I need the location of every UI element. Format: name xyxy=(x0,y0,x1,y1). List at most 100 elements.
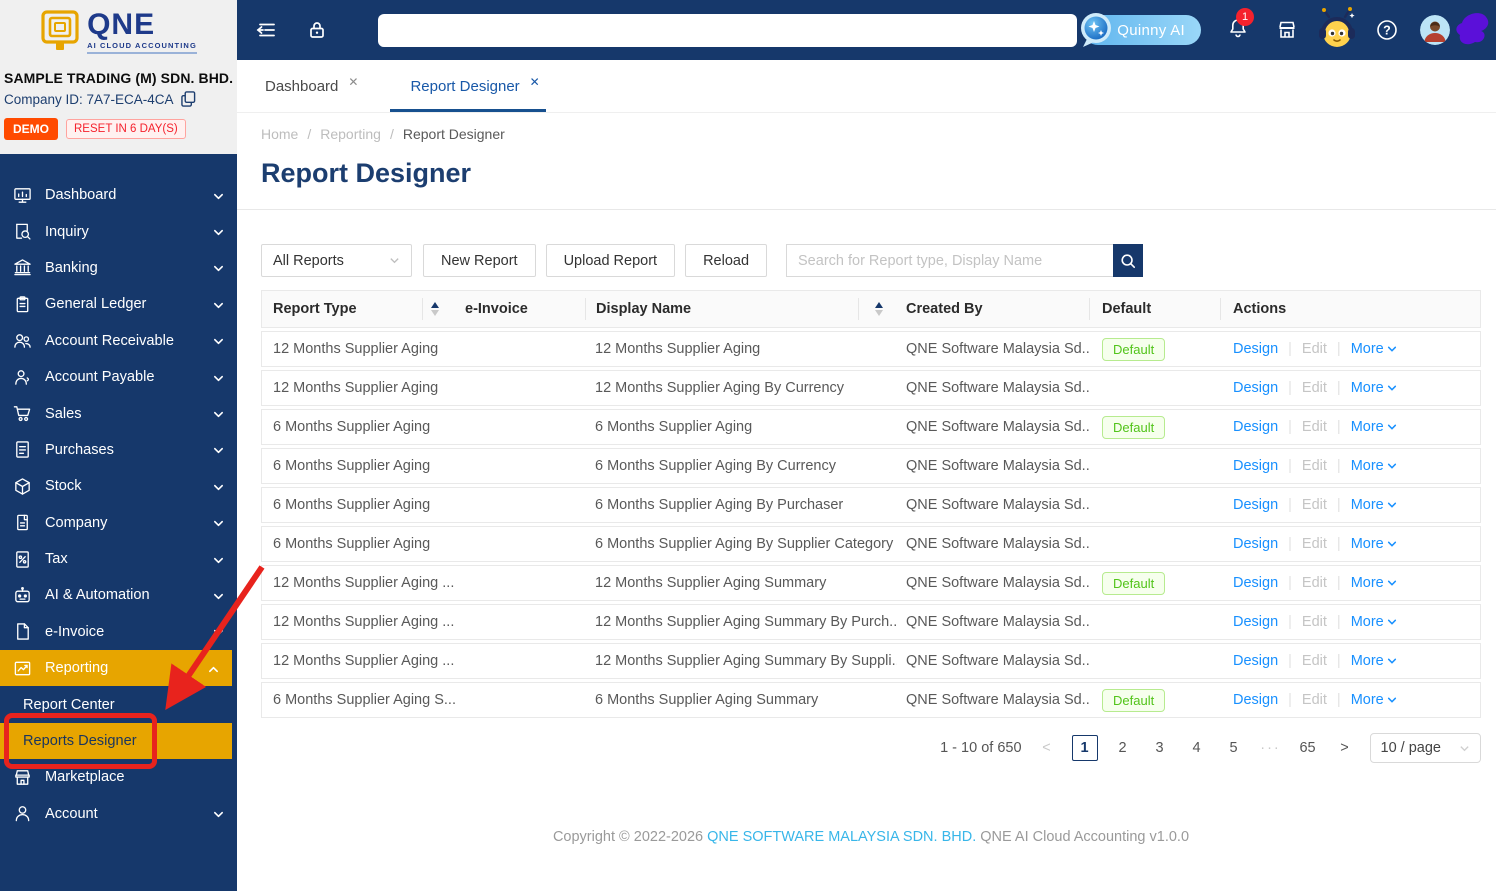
sidebar-item-tax[interactable]: Tax xyxy=(0,541,237,577)
sort-control-display-name[interactable] xyxy=(859,302,899,316)
edit-action[interactable]: Edit xyxy=(1302,380,1327,396)
sort-control-report-type[interactable] xyxy=(423,302,447,316)
pagination-page-1[interactable]: 1 xyxy=(1072,735,1098,761)
design-action[interactable]: Design xyxy=(1233,458,1278,474)
pagination-page-5[interactable]: 5 xyxy=(1222,735,1246,761)
quinny-ai-button[interactable]: Quinny AI xyxy=(1083,15,1201,45)
sidebar-item-account-payable[interactable]: Account Payable xyxy=(0,359,237,395)
sidebar-item-banking[interactable]: Banking xyxy=(0,250,237,286)
edit-action[interactable]: Edit xyxy=(1302,341,1327,357)
design-action[interactable]: Design xyxy=(1233,497,1278,513)
design-action[interactable]: Design xyxy=(1233,575,1278,591)
sidebar-item-inquiry[interactable]: Inquiry xyxy=(0,213,237,249)
sidebar-item-stock[interactable]: Stock xyxy=(0,468,237,504)
sidebar-item-company[interactable]: Company xyxy=(0,505,237,541)
page-size-select[interactable]: 10 / page xyxy=(1370,733,1481,763)
chevron-down-icon xyxy=(1387,656,1397,666)
edit-action[interactable]: Edit xyxy=(1302,614,1327,630)
report-search-button[interactable] xyxy=(1113,244,1143,277)
user-avatar[interactable] xyxy=(1420,15,1450,45)
new-report-button[interactable]: New Report xyxy=(423,244,536,277)
sidebar-item-dashboard[interactable]: Dashboard xyxy=(0,177,237,213)
design-action[interactable]: Design xyxy=(1233,341,1278,357)
design-action[interactable]: Design xyxy=(1233,692,1278,708)
chevron-down-icon xyxy=(213,590,224,601)
reload-button[interactable]: Reload xyxy=(685,244,767,277)
sidebar-item-marketplace[interactable]: Marketplace xyxy=(0,759,237,795)
pagination-page-2[interactable]: 2 xyxy=(1111,735,1135,761)
close-icon[interactable]: ✕ xyxy=(530,75,540,89)
marketplace-topbar-icon[interactable] xyxy=(1276,19,1298,41)
sidebar-item-sales[interactable]: Sales xyxy=(0,395,237,431)
pagination-page-65[interactable]: 65 xyxy=(1296,735,1320,761)
column-header-display-name[interactable]: Display Name xyxy=(586,301,858,317)
sidebar-item-reports-designer[interactable]: Reports Designer xyxy=(0,723,232,759)
pagination-next-button[interactable]: > xyxy=(1333,735,1357,761)
pagination-prev-button[interactable]: < xyxy=(1035,735,1059,761)
design-action[interactable]: Design xyxy=(1233,653,1278,669)
lock-icon[interactable] xyxy=(306,19,328,41)
edit-action[interactable]: Edit xyxy=(1302,458,1327,474)
more-action[interactable]: More xyxy=(1351,497,1397,513)
column-header-created-by[interactable]: Created By xyxy=(899,301,1089,317)
chevron-down-icon xyxy=(213,554,224,565)
more-action[interactable]: More xyxy=(1351,458,1397,474)
copy-icon[interactable] xyxy=(181,91,196,107)
edit-action[interactable]: Edit xyxy=(1302,653,1327,669)
sidebar-item-e-invoice[interactable]: e-Invoice xyxy=(0,614,237,650)
breadcrumb-item-home[interactable]: Home xyxy=(261,126,298,142)
collapse-sidebar-icon[interactable] xyxy=(255,19,277,41)
design-action[interactable]: Design xyxy=(1233,380,1278,396)
column-header-e-invoice[interactable]: e-Invoice xyxy=(447,301,585,317)
report-filter-select[interactable]: All Reports xyxy=(261,244,412,277)
sidebar-item-account[interactable]: Account xyxy=(0,796,237,832)
more-action[interactable]: More xyxy=(1351,419,1397,435)
pagination-page-3[interactable]: 3 xyxy=(1148,735,1172,761)
column-header-report-type[interactable]: Report Type xyxy=(262,301,422,317)
more-action[interactable]: More xyxy=(1351,380,1397,396)
assistant-mascot-icon[interactable] xyxy=(1315,7,1359,53)
design-action[interactable]: Design xyxy=(1233,536,1278,552)
help-icon[interactable]: ? xyxy=(1376,19,1398,41)
table-row: 12 Months Supplier Aging12 Months Suppli… xyxy=(261,370,1481,406)
sidebar-item-label: Dashboard xyxy=(45,187,213,203)
report-search-input[interactable] xyxy=(786,244,1113,277)
sidebar-item-label: Report Center xyxy=(23,697,224,713)
tab-report-designer[interactable]: Report Designer✕ xyxy=(410,60,539,112)
global-search-input[interactable] xyxy=(378,14,1077,47)
edit-action[interactable]: Edit xyxy=(1302,575,1327,591)
chevron-down-icon xyxy=(213,372,224,383)
edit-action[interactable]: Edit xyxy=(1302,419,1327,435)
tab-label: Dashboard xyxy=(265,78,338,95)
more-action[interactable]: More xyxy=(1351,341,1397,357)
sidebar-item-account-receivable[interactable]: Account Receivable xyxy=(0,323,237,359)
close-icon[interactable]: ✕ xyxy=(348,75,358,89)
design-action[interactable]: Design xyxy=(1233,614,1278,630)
edit-action[interactable]: Edit xyxy=(1302,497,1327,513)
more-action-label: More xyxy=(1351,497,1384,513)
edit-action[interactable]: Edit xyxy=(1302,692,1327,708)
sidebar-item-purchases[interactable]: Purchases xyxy=(0,432,237,468)
more-action[interactable]: More xyxy=(1351,653,1397,669)
upload-report-button[interactable]: Upload Report xyxy=(546,244,676,277)
tab-dashboard[interactable]: Dashboard ✕ xyxy=(265,60,358,112)
design-action[interactable]: Design xyxy=(1233,419,1278,435)
sidebar-item-reporting[interactable]: Reporting xyxy=(0,650,232,686)
more-action[interactable]: More xyxy=(1351,536,1397,552)
more-action[interactable]: More xyxy=(1351,614,1397,630)
breadcrumb-item-reporting[interactable]: Reporting xyxy=(320,126,381,142)
edit-action[interactable]: Edit xyxy=(1302,536,1327,552)
footer-company-link[interactable]: QNE SOFTWARE MALAYSIA SDN. BHD. xyxy=(707,829,976,845)
more-action[interactable]: More xyxy=(1351,692,1397,708)
action-separator: | xyxy=(1288,341,1292,357)
table-row: 12 Months Supplier Aging ...12 Months Su… xyxy=(261,643,1481,679)
sidebar-item-report-center[interactable]: Report Center xyxy=(0,686,237,722)
sidebar-item-ai-and-automation[interactable]: AI & Automation xyxy=(0,577,237,613)
pagination-page-4[interactable]: 4 xyxy=(1185,735,1209,761)
chevron-down-icon xyxy=(1387,500,1397,510)
sidebar-item-label: Account xyxy=(45,806,213,822)
more-action-label: More xyxy=(1351,575,1384,591)
more-action[interactable]: More xyxy=(1351,575,1397,591)
notifications-button[interactable]: 1 xyxy=(1227,17,1249,44)
sidebar-item-general-ledger[interactable]: General Ledger xyxy=(0,286,237,322)
